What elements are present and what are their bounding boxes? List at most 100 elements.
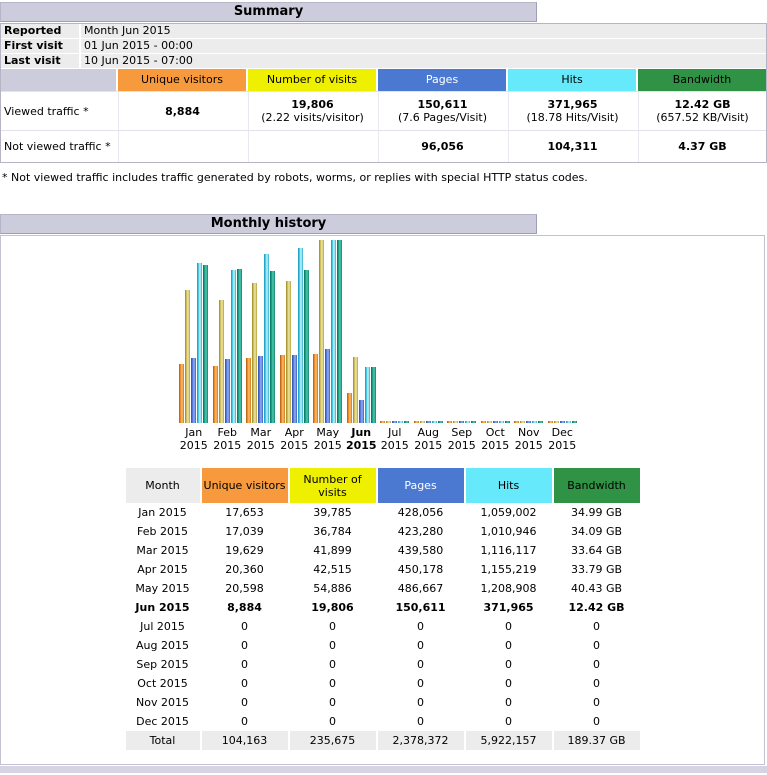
total-label: Total	[126, 731, 200, 750]
bar-hits	[331, 240, 336, 423]
value-cell: 0	[378, 693, 464, 712]
axis-label-oct: Oct2015	[479, 426, 513, 452]
axis-label-month: Jul	[378, 426, 412, 439]
table-row: May 201520,59854,886486,6671,208,90840.4…	[126, 579, 640, 598]
bar-pages	[459, 421, 464, 423]
bar-unique-visitors	[280, 355, 285, 423]
value-cell: 0	[378, 636, 464, 655]
total-value: 189.37 GB	[554, 731, 640, 750]
value-cell: 20,598	[202, 579, 288, 598]
axis-label-month: Dec	[546, 426, 580, 439]
value-cell: 428,056	[378, 503, 464, 522]
viewed-traffic-cell: 150,611(7.6 Pages/Visit)	[378, 92, 506, 130]
not-viewed-traffic-cell: 104,311	[508, 131, 636, 162]
table-row: Oct 201500000	[126, 674, 640, 693]
value-cell: 33.64 GB	[554, 541, 640, 560]
value-cell: 439,580	[378, 541, 464, 560]
value-cell: 0	[554, 693, 640, 712]
axis-label-year: 2015	[177, 439, 211, 452]
metric-header-unique-visitors: Unique visitors	[118, 69, 246, 91]
axis-label-aug: Aug2015	[412, 426, 446, 452]
axis-label-year: 2015	[378, 439, 412, 452]
viewed-traffic-per-visit: (2.22 visits/visitor)	[249, 111, 376, 124]
chart-bar-group-feb-2015	[211, 238, 245, 423]
value-cell: 450,178	[378, 560, 464, 579]
table-row: Dec 201500000	[126, 712, 640, 731]
value-cell: 36,784	[290, 522, 376, 541]
bar-bandwidth-gb-	[471, 421, 476, 423]
value-cell: 0	[466, 636, 552, 655]
bar-pages	[191, 358, 196, 423]
bar-bandwidth-gb-	[438, 421, 443, 423]
value-cell: 19,806	[290, 598, 376, 617]
value-cell: 17,653	[202, 503, 288, 522]
bar-unique-visitors	[246, 358, 251, 423]
total-value: 104,163	[202, 731, 288, 750]
summary-info-value: 10 Jun 2015 - 07:00	[81, 54, 766, 68]
bar-pages	[493, 421, 498, 423]
axis-label-jan: Jan2015	[177, 426, 211, 452]
chart-bar-group-jun-2015	[345, 238, 379, 423]
month-cell: Aug 2015	[126, 636, 200, 655]
value-cell: 33.79 GB	[554, 560, 640, 579]
value-cell: 1,116,117	[466, 541, 552, 560]
axis-label-year: 2015	[479, 439, 513, 452]
chart-bar-group-mar-2015	[244, 238, 278, 423]
viewed-traffic-cell: 8,884	[118, 92, 246, 130]
axis-label-jul: Jul2015	[378, 426, 412, 452]
bar-hits	[532, 421, 537, 423]
bar-unique-visitors	[213, 366, 218, 423]
metric-header-pages: Pages	[378, 69, 506, 91]
bar-bandwidth-gb-	[270, 271, 275, 423]
chart-bar-group-sep-2015	[445, 238, 479, 423]
bar-pages	[258, 356, 263, 423]
monthly-header-pages: Pages	[378, 468, 464, 503]
bar-number-of-visits	[487, 421, 492, 423]
bar-unique-visitors	[313, 354, 318, 423]
axis-label-apr: Apr2015	[278, 426, 312, 452]
summary-info-row: Reported periodMonth Jun 2015	[1, 24, 766, 38]
bar-bandwidth-gb-	[237, 269, 242, 423]
bar-pages	[359, 400, 364, 423]
axis-label-sep: Sep2015	[445, 426, 479, 452]
bar-bandwidth-gb-	[371, 367, 376, 423]
bar-unique-visitors	[380, 421, 385, 423]
chart-bar-group-apr-2015	[278, 238, 312, 423]
bar-hits	[432, 421, 437, 423]
value-cell: 0	[290, 655, 376, 674]
bar-bandwidth-gb-	[304, 270, 309, 423]
summary-header-spacer	[1, 69, 116, 91]
not-viewed-traffic-cell: 96,056	[378, 131, 506, 162]
bar-bandwidth-gb-	[404, 421, 409, 423]
monthly-table-header-row: MonthUnique visitorsNumber of visitsPage…	[126, 468, 640, 503]
axis-label-feb: Feb2015	[211, 426, 245, 452]
table-row: Mar 201519,62941,899439,5801,116,11733.6…	[126, 541, 640, 560]
value-cell: 1,155,219	[466, 560, 552, 579]
axis-label-month: May	[311, 426, 345, 439]
value-cell: 54,886	[290, 579, 376, 598]
bar-pages	[292, 355, 297, 423]
axis-label-year: 2015	[546, 439, 580, 452]
month-cell: Mar 2015	[126, 541, 200, 560]
summary-info-label: First visit	[1, 39, 79, 53]
table-row: Jun 20158,88419,806150,611371,96512.42 G…	[126, 598, 640, 617]
metric-header-number-of-visits: Number of visits	[248, 69, 376, 91]
axis-label-year: 2015	[244, 439, 278, 452]
viewed-traffic-value: 8,884	[119, 105, 246, 118]
viewed-traffic-cell: 19,806(2.22 visits/visitor)	[248, 92, 376, 130]
chart-bar-group-oct-2015	[479, 238, 513, 423]
month-cell: Jun 2015	[126, 598, 200, 617]
table-row: Apr 201520,36042,515450,1781,155,21933.7…	[126, 560, 640, 579]
bar-pages	[560, 421, 565, 423]
monthly-history-panel: Jan2015Feb2015Mar2015Apr2015May2015Jun20…	[0, 235, 765, 765]
not-viewed-traffic-cell: 4.37 GB	[638, 131, 766, 162]
axis-label-year: 2015	[412, 439, 446, 452]
value-cell: 12.42 GB	[554, 598, 640, 617]
not-viewed-traffic-value: 96,056	[379, 140, 506, 153]
table-row: Aug 201500000	[126, 636, 640, 655]
bar-unique-visitors	[179, 364, 184, 423]
total-value: 5,922,157	[466, 731, 552, 750]
bar-number-of-visits	[319, 240, 324, 423]
axis-label-month: Sep	[445, 426, 479, 439]
value-cell: 0	[290, 674, 376, 693]
